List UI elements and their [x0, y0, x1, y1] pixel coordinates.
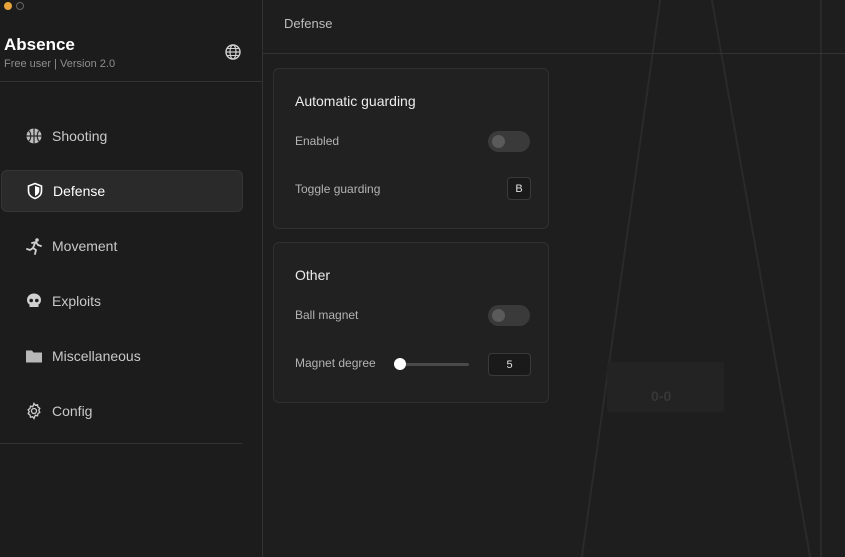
running-icon [24, 236, 44, 256]
card-other: Other Ball magnet Magnet degree 5 [273, 242, 549, 403]
sidebar-item-label: Movement [52, 238, 118, 254]
main-panel: Defense Automatic guarding Enabled Toggl… [263, 0, 845, 557]
magnet-degree-slider-thumb[interactable] [394, 358, 406, 370]
card-automatic-guarding: Automatic guarding Enabled Toggle guardi… [273, 68, 549, 229]
toggle-guarding-label: Toggle guarding [295, 182, 381, 196]
sidebar-item-label: Defense [53, 183, 106, 199]
gear-icon [24, 401, 44, 421]
sidebar-item-movement[interactable]: Movement [1, 225, 243, 267]
ball-magnet-label: Ball magnet [295, 308, 359, 322]
toggle-knob [492, 135, 505, 148]
ball-magnet-toggle[interactable] [488, 305, 530, 326]
sidebar-divider [0, 443, 242, 444]
sidebar-item-label: Shooting [52, 128, 108, 144]
skull-icon [24, 291, 44, 311]
brand: Absence Free user | Version 2.0 [4, 35, 115, 70]
magnet-degree-input[interactable]: 5 [488, 353, 531, 376]
toggle-knob [492, 309, 505, 322]
sidebar: Absence Free user | Version 2.0 Shooting [0, 0, 263, 557]
card-title: Automatic guarding [295, 93, 416, 109]
app-subtitle: Free user | Version 2.0 [4, 58, 116, 70]
app-name: Absence [4, 35, 75, 54]
sidebar-item-label: Config [52, 403, 93, 419]
shield-icon [25, 181, 45, 201]
sidebar-item-shooting[interactable]: Shooting [1, 115, 243, 157]
basketball-icon [24, 126, 44, 146]
magnet-degree-slider[interactable] [400, 363, 469, 366]
sidebar-divider [0, 81, 263, 82]
header-divider [263, 53, 845, 54]
sidebar-item-config[interactable]: Config [1, 390, 243, 432]
window-dot-yellow[interactable] [4, 2, 12, 10]
sidebar-item-defense[interactable]: Defense [1, 170, 243, 212]
sidebar-item-label: Exploits [52, 293, 102, 309]
toggle-guarding-keybind[interactable]: B [507, 177, 531, 200]
sidebar-item-miscellaneous[interactable]: Miscellaneous [1, 335, 243, 377]
window-controls [4, 2, 24, 10]
card-title: Other [295, 267, 331, 283]
magnet-degree-label: Magnet degree [295, 356, 376, 370]
folder-icon [24, 346, 44, 366]
page-title: Defense [284, 16, 333, 31]
sidebar-item-exploits[interactable]: Exploits [1, 280, 243, 322]
enabled-label: Enabled [295, 134, 340, 148]
enabled-toggle[interactable] [488, 131, 530, 152]
sidebar-item-label: Miscellaneous [52, 348, 141, 364]
window-dot-gray[interactable] [16, 2, 24, 10]
globe-icon[interactable] [224, 43, 242, 61]
